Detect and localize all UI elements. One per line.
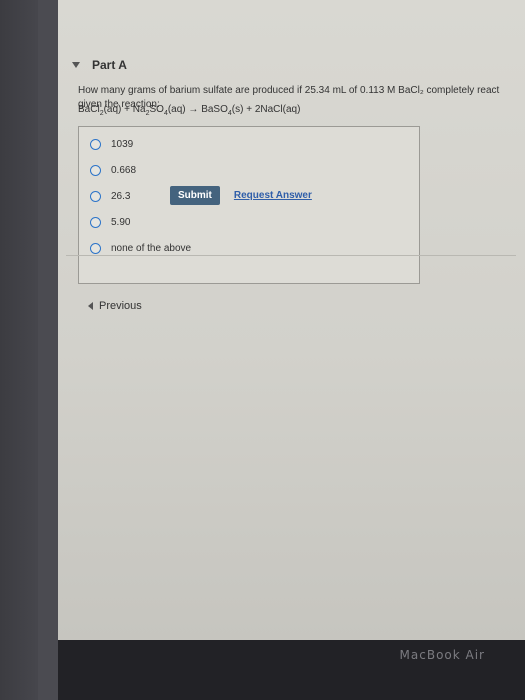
bezel-inner — [38, 0, 58, 700]
choice-label: none of the above — [111, 243, 192, 254]
product-1-state: (s) + 2NaCl(aq) — [231, 104, 301, 115]
submit-button[interactable]: Submit — [170, 186, 220, 205]
screen-bezel-left — [0, 0, 58, 700]
previous-label: Previous — [99, 300, 142, 312]
choice-label: 5.90 — [111, 217, 131, 228]
collapse-caret-icon[interactable] — [72, 62, 80, 68]
reactant-1-state: (aq) + — [103, 104, 133, 115]
reactant-2-state: (aq) → — [167, 104, 202, 115]
device-brand-label: MacBook Air — [399, 648, 485, 662]
reactant-2-mid: SO — [149, 104, 164, 115]
answer-choices-box: 1039 0.668 26.3 5.90 none of the above — [78, 126, 420, 284]
choice-item[interactable]: 1039 — [90, 139, 133, 150]
radio-button-icon[interactable] — [90, 165, 101, 176]
choice-label: 1039 — [111, 139, 134, 150]
part-header[interactable]: Part A — [72, 58, 127, 72]
photo-stage: MacBook Air Part A How many grams of bar… — [0, 0, 525, 700]
product-1: BaSO — [201, 104, 228, 115]
choice-item[interactable]: 0.668 — [90, 165, 136, 176]
part-title: Part A — [92, 58, 127, 72]
radio-button-icon[interactable] — [90, 191, 101, 202]
section-divider — [66, 255, 516, 256]
question-page: Part A How many grams of barium sulfate … — [58, 0, 525, 640]
request-answer-link[interactable]: Request Answer — [234, 190, 312, 201]
answer-actions: Submit Request Answer — [170, 186, 312, 205]
choice-item[interactable]: none of the above — [90, 243, 191, 254]
reactant-1: BaCl — [78, 104, 100, 115]
reaction-equation: BaCl2(aq) + Na2SO4(aq) → BaSO4(s) + 2NaC… — [78, 104, 300, 117]
previous-link[interactable]: Previous — [88, 300, 142, 312]
choice-item[interactable]: 5.90 — [90, 217, 130, 228]
choice-label: 26.3 — [111, 191, 131, 202]
reactant-2: Na — [132, 104, 146, 115]
previous-arrow-icon — [88, 302, 93, 310]
choice-label: 0.668 — [111, 165, 137, 176]
radio-button-icon[interactable] — [90, 217, 101, 228]
radio-button-icon[interactable] — [90, 139, 101, 150]
choice-item[interactable]: 26.3 — [90, 191, 130, 202]
radio-button-icon[interactable] — [90, 243, 101, 254]
